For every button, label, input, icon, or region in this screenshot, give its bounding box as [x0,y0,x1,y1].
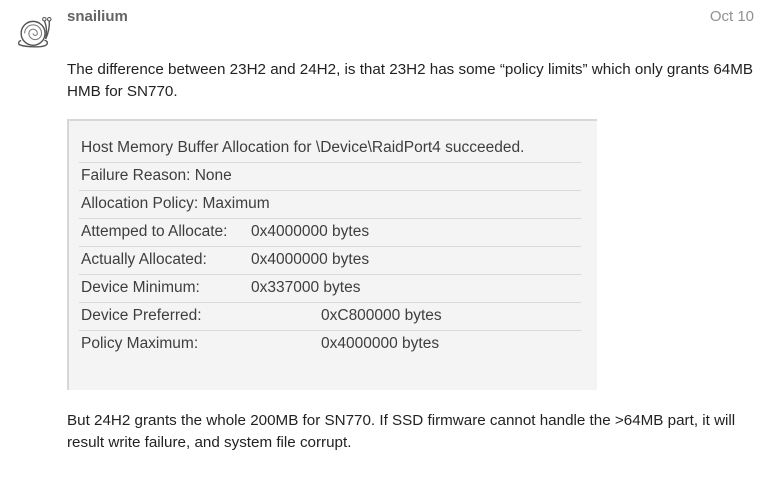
embed-row: Attemped to Allocate: 0x4000000 bytes [79,219,581,247]
embed-row: Device Preferred: 0xC800000 bytes [79,303,581,331]
embed-label: Attemped to Allocate: [81,223,251,241]
embed-row: Device Minimum: 0x337000 bytes [79,275,581,303]
snail-icon [12,8,57,53]
post-header: snailium Oct 10 [12,8,754,59]
embed-title: Host Memory Buffer Allocation for \Devic… [79,135,581,163]
embed-label: Device Preferred: [81,307,321,325]
post-date[interactable]: Oct 10 [710,8,754,25]
embed-label: Device Minimum: [81,279,251,297]
embed-value: 0x337000 bytes [251,279,360,297]
embed-row: Policy Maximum: 0x4000000 bytes [79,331,581,358]
avatar[interactable] [12,8,57,53]
embed-label: Policy Maximum: [81,335,321,353]
embed-allocation-policy: Allocation Policy: Maximum [79,191,581,219]
embed-value: 0x4000000 bytes [251,223,369,241]
embed-label: Actually Allocated: [81,251,251,269]
username[interactable]: snailium [67,8,128,25]
embed-value: 0x4000000 bytes [251,251,369,269]
screenshot-embed: Host Memory Buffer Allocation for \Devic… [67,119,597,390]
embed-value: 0xC800000 bytes [321,307,442,325]
embed-row: Actually Allocated: 0x4000000 bytes [79,247,581,275]
embed-failure-reason: Failure Reason: None [79,163,581,191]
embed-value: 0x4000000 bytes [321,335,439,353]
post-paragraph-2: But 24H2 grants the whole 200MB for SN77… [67,410,754,454]
post-paragraph-1: The difference between 23H2 and 24H2, is… [67,59,754,103]
post-body: The difference between 23H2 and 24H2, is… [12,59,754,454]
header-meta: snailium Oct 10 [67,8,754,25]
